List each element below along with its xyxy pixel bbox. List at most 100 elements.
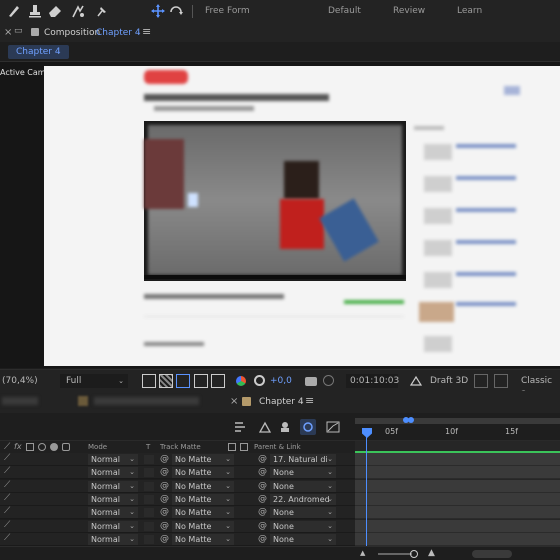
layer-track-bar[interactable] <box>355 519 560 533</box>
close-icon[interactable]: × <box>4 27 12 38</box>
grid-guides-icon[interactable] <box>194 374 208 388</box>
video-player[interactable] <box>144 121 406 281</box>
zoom-in-icon[interactable]: ▲ <box>428 548 435 558</box>
blend-mode-select[interactable]: Normal ⌄ <box>88 507 138 519</box>
resolution-select[interactable]: Full ⌄ <box>60 374 128 388</box>
layer-track-bar[interactable] <box>355 506 560 520</box>
track-matte-select[interactable]: No Matte ⌄ <box>172 520 234 532</box>
parent-pick-whip-icon[interactable]: @ <box>258 481 267 491</box>
track-matte-select[interactable]: No Matte ⌄ <box>172 480 234 492</box>
eraser-tool-icon[interactable] <box>47 3 63 19</box>
pick-whip-icon[interactable]: @ <box>160 521 169 531</box>
extended-viewer-icon[interactable] <box>474 374 488 388</box>
parent-select[interactable]: None ⌄ <box>270 507 336 519</box>
track-matte-column-header[interactable]: Track Matte <box>160 443 201 451</box>
preserve-transparency-checkbox[interactable] <box>144 481 154 491</box>
pick-whip-icon[interactable]: @ <box>160 494 169 504</box>
draft-3d-label[interactable]: Draft 3D <box>430 374 468 388</box>
pick-whip-icon[interactable]: @ <box>160 467 169 477</box>
lock-icon[interactable]: ▭ <box>14 26 23 36</box>
graph-editor-icon[interactable] <box>326 421 340 433</box>
workspace-free-form[interactable]: Free Form <box>205 6 250 16</box>
parent-pick-whip-icon[interactable]: @ <box>258 534 267 544</box>
comp-chip-chapter-4[interactable]: Chapter 4 <box>8 45 69 59</box>
composition-mini-flowchart-icon[interactable] <box>234 421 246 433</box>
layer-track-bar[interactable] <box>355 479 560 493</box>
layer-row[interactable]: ⟋ Normal ⌄ @ No Matte ⌄ @22. Andromed ⌄ <box>0 492 355 506</box>
zoom-slider[interactable] <box>378 553 412 555</box>
orbit-icon[interactable] <box>168 3 184 19</box>
exposure-value[interactable]: +0,0 <box>270 374 292 388</box>
parent-pick-whip-icon[interactable]: @ <box>258 521 267 531</box>
preserve-transparency-checkbox[interactable] <box>144 468 154 478</box>
pick-whip-icon[interactable]: @ <box>160 534 169 544</box>
layer-track-bar[interactable] <box>355 453 560 466</box>
timeline-tracks[interactable] <box>355 441 560 546</box>
layer-track-bar[interactable] <box>355 492 560 506</box>
channel-icon[interactable] <box>236 376 246 386</box>
zoom-level[interactable]: (70,4%) <box>2 374 38 388</box>
parent-pick-whip-icon[interactable]: @ <box>258 507 267 517</box>
snapshot-icon[interactable] <box>211 374 225 388</box>
parent-pick-whip-icon[interactable]: @ <box>258 494 267 504</box>
frame-blending-icon[interactable] <box>300 419 316 435</box>
layer-row[interactable]: ⟋ Normal ⌄ @ No Matte ⌄ @ None ⌄ <box>0 519 355 533</box>
blend-mode-select[interactable]: Normal ⌄ <box>88 533 138 545</box>
pick-whip-icon[interactable]: @ <box>160 481 169 491</box>
mask-path-icon[interactable] <box>176 374 190 388</box>
work-area-end-handle[interactable] <box>408 417 414 423</box>
blend-mode-select[interactable]: Normal ⌄ <box>88 520 138 532</box>
parent-select[interactable]: None ⌄ <box>270 520 336 532</box>
parent-link-column-header[interactable]: Parent & Link <box>254 443 301 451</box>
zoom-out-icon[interactable]: ▲ <box>360 549 365 557</box>
parent-pick-whip-icon[interactable]: @ <box>258 467 267 477</box>
track-matte-select[interactable]: No Matte ⌄ <box>172 467 234 479</box>
panel-menu-icon[interactable]: ≡ <box>142 25 151 38</box>
draft-3d-icon[interactable] <box>409 375 423 386</box>
blend-mode-select[interactable]: Normal ⌄ <box>88 493 138 505</box>
preserve-transparency-checkbox[interactable] <box>144 455 154 464</box>
preserve-transparency-checkbox[interactable] <box>144 494 154 504</box>
zoom-slider-handle[interactable] <box>410 550 418 558</box>
camera-snapshot-icon[interactable] <box>305 377 317 386</box>
panel-menu-icon[interactable]: ≡ <box>305 394 314 407</box>
current-time[interactable]: 0:01:10:03 <box>346 374 399 388</box>
track-matte-select[interactable]: No Matte ⌄ <box>172 454 234 465</box>
show-snapshot-icon[interactable] <box>323 375 334 386</box>
mode-column-header[interactable]: Mode <box>88 443 107 451</box>
close-icon[interactable]: × <box>230 396 238 407</box>
color-management-icon[interactable] <box>254 375 265 386</box>
pick-whip-icon[interactable]: @ <box>160 454 169 464</box>
workspace-default[interactable]: Default <box>328 6 361 16</box>
time-ruler[interactable]: 05f 10f 15f <box>355 417 560 440</box>
blend-mode-select[interactable]: Normal ⌄ <box>88 454 138 465</box>
parent-select[interactable]: 17. Natural di ⌄ <box>270 454 336 465</box>
parent-pick-whip-icon[interactable]: @ <box>258 454 267 464</box>
layer-row[interactable]: ⟋ Normal ⌄ @ No Matte ⌄ @ None ⌄ <box>0 466 355 480</box>
workspace-learn[interactable]: Learn <box>457 6 482 16</box>
track-matte-select[interactable]: No Matte ⌄ <box>172 507 234 519</box>
clone-stamp-tool-icon[interactable] <box>27 3 43 19</box>
blend-mode-select[interactable]: Normal ⌄ <box>88 467 138 479</box>
playhead-handle[interactable] <box>362 428 372 438</box>
preserve-transparency-checkbox[interactable] <box>144 534 154 544</box>
parent-select[interactable]: None ⌄ <box>270 480 336 492</box>
preserve-transparency-checkbox[interactable] <box>144 521 154 531</box>
playhead-line[interactable] <box>366 428 367 546</box>
work-area-bar[interactable] <box>355 418 560 424</box>
track-matte-select[interactable]: No Matte ⌄ <box>172 493 234 505</box>
puppet-pin-tool-icon[interactable] <box>94 3 110 19</box>
view-mode[interactable]: Classic 3 <box>521 374 560 400</box>
parent-select[interactable]: None ⌄ <box>270 467 336 479</box>
layer-track-bar[interactable] <box>355 466 560 480</box>
composition-name[interactable]: Chapter 4 <box>96 28 141 38</box>
pick-whip-icon[interactable]: @ <box>160 507 169 517</box>
track-matte-select[interactable]: No Matte ⌄ <box>172 533 234 545</box>
layer-row[interactable]: ⟋ Normal ⌄ @ No Matte ⌄ @17. Natural di ⌄ <box>0 453 355 466</box>
layer-row[interactable]: ⟋ Normal ⌄ @ No Matte ⌄ @ None ⌄ <box>0 532 355 546</box>
layer-row[interactable]: ⟋ Normal ⌄ @ No Matte ⌄ @ None ⌄ <box>0 506 355 520</box>
axis-mode-icon[interactable] <box>150 3 166 19</box>
parent-select[interactable]: None ⌄ <box>270 533 336 545</box>
timeline-scrollbar[interactable] <box>472 550 512 558</box>
preserve-transparency-checkbox[interactable] <box>144 508 154 518</box>
